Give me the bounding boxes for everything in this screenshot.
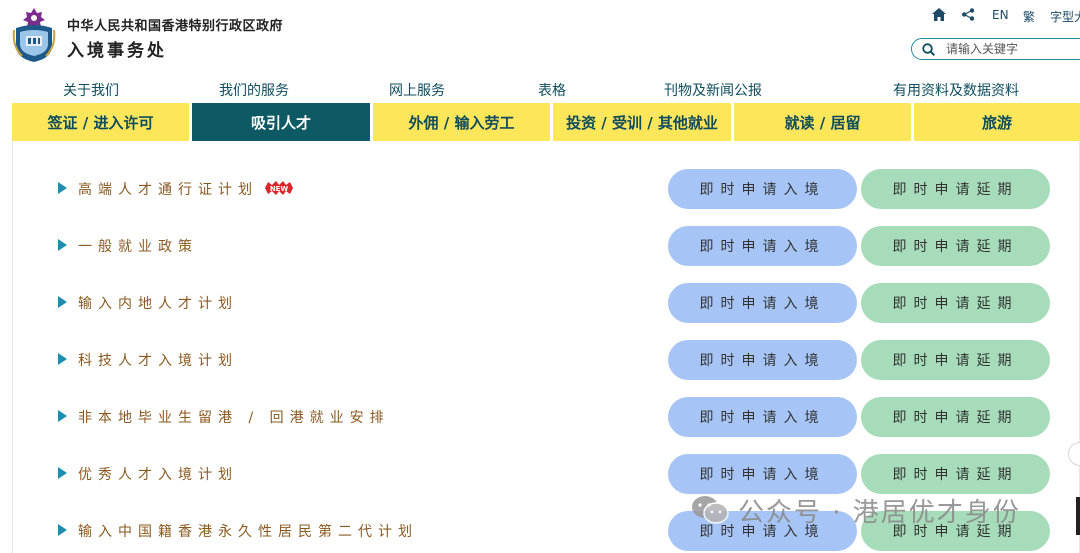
list-item: 非本地毕业生留港 / 回港就业安排 即时申请入境 即时申请延期 [13, 397, 1080, 437]
watermark-text: 公众号 · 港居优才身份 [738, 497, 1021, 528]
apply-extension-button[interactable]: 即时申请延期 [861, 454, 1050, 494]
list-item: 科技人才入境计划 即时申请入境 即时申请延期 [13, 340, 1080, 380]
new-badge-icon: NEW [265, 181, 293, 195]
immigration-emblem-icon[interactable] [10, 6, 58, 64]
font-size-control[interactable]: 字型大 [1050, 8, 1080, 25]
apply-entry-button[interactable]: 即时申请入境 [668, 226, 857, 266]
list-item: 一般就业政策 即时申请入境 即时申请延期 [13, 226, 1080, 266]
apply-extension-button[interactable]: 即时申请延期 [861, 340, 1050, 380]
apply-entry-button[interactable]: 即时申请入境 [668, 283, 857, 323]
nav-about-us[interactable]: 关于我们 [63, 80, 119, 100]
scheme-link[interactable]: 非本地毕业生留港 / 回港就业安排 [78, 407, 390, 427]
apply-extension-button[interactable]: 即时申请延期 [861, 169, 1050, 209]
nav-our-services[interactable]: 我们的服务 [219, 80, 289, 100]
nav-useful-info[interactable]: 有用资料及数据资料 [893, 80, 1019, 100]
language-traditional-link[interactable]: 繁 [1023, 8, 1035, 25]
scheme-link[interactable]: 输入内地人才计划 [78, 293, 238, 313]
scheme-link[interactable]: 科技人才入境计划 [78, 350, 238, 370]
triangle-right-icon [58, 182, 67, 194]
apply-entry-button[interactable]: 即时申请入境 [668, 340, 857, 380]
tab-investment-training[interactable]: 投资 / 受训 / 其他就业 [553, 103, 731, 141]
nav-publications-press[interactable]: 刊物及新闻公报 [664, 80, 762, 100]
search-icon[interactable] [922, 43, 935, 56]
site-header: 中华人民共和国香港特别行政区政府 入境事务处 EN 繁 字型大 [0, 0, 1080, 72]
wechat-icon [692, 496, 729, 524]
apply-extension-button[interactable]: 即时申请延期 [861, 283, 1050, 323]
scheme-link[interactable]: 优秀人才入境计划 [78, 464, 238, 484]
nav-forms[interactable]: 表格 [538, 80, 566, 100]
tab-travel[interactable]: 旅游 [914, 103, 1080, 141]
government-name: 中华人民共和国香港特别行政区政府 [67, 19, 284, 34]
scheme-link[interactable]: 高端人才通行证计划 [78, 179, 258, 199]
department-name[interactable]: 入境事务处 [67, 36, 167, 61]
apply-extension-button[interactable]: 即时申请延期 [861, 226, 1050, 266]
triangle-right-icon [58, 467, 67, 479]
triangle-right-icon [58, 239, 67, 251]
tab-study-residence[interactable]: 就读 / 居留 [734, 103, 911, 141]
svg-text:NEW: NEW [270, 185, 289, 193]
scheme-link[interactable]: 输入中国籍香港永久性居民第二代计划 [78, 521, 418, 541]
search-input[interactable] [946, 41, 1076, 57]
top-navigation: 关于我们 我们的服务 网上服务 表格 刊物及新闻公报 有用资料及数据资料 [0, 80, 1080, 100]
triangle-right-icon [58, 410, 67, 422]
home-icon[interactable] [932, 8, 946, 21]
tab-talent-attraction[interactable]: 吸引人才 [192, 103, 370, 141]
list-item: 优秀人才入境计划 即时申请入境 即时申请延期 [13, 454, 1080, 494]
triangle-right-icon [58, 524, 67, 536]
search-box[interactable] [911, 38, 1080, 60]
language-english-link[interactable]: EN [992, 8, 1009, 22]
apply-entry-button[interactable]: 即时申请入境 [668, 169, 857, 209]
apply-entry-button[interactable]: 即时申请入境 [668, 454, 857, 494]
share-icon[interactable] [962, 8, 974, 21]
watermark: 公众号 · 港居优才身份 [690, 490, 1021, 530]
list-item: 输入内地人才计划 即时申请入境 即时申请延期 [13, 283, 1080, 323]
triangle-right-icon [58, 296, 67, 308]
triangle-right-icon [58, 353, 67, 365]
apply-entry-button[interactable]: 即时申请入境 [668, 397, 857, 437]
list-item: 高端人才通行证计划 NEW 即时申请入境 即时申请延期 [13, 169, 1080, 209]
nav-online-services[interactable]: 网上服务 [389, 80, 445, 100]
side-scroll-handle[interactable] [1076, 497, 1080, 535]
category-tabs: 签证 / 进入许可 吸引人才 外佣 / 输入劳工 投资 / 受训 / 其他就业 … [12, 103, 1080, 141]
tab-domestic-helpers-labour[interactable]: 外佣 / 输入劳工 [373, 103, 550, 141]
apply-extension-button[interactable]: 即时申请延期 [861, 397, 1050, 437]
tab-visa-entry-permit[interactable]: 签证 / 进入许可 [12, 103, 189, 141]
scheme-link[interactable]: 一般就业政策 [78, 236, 198, 256]
